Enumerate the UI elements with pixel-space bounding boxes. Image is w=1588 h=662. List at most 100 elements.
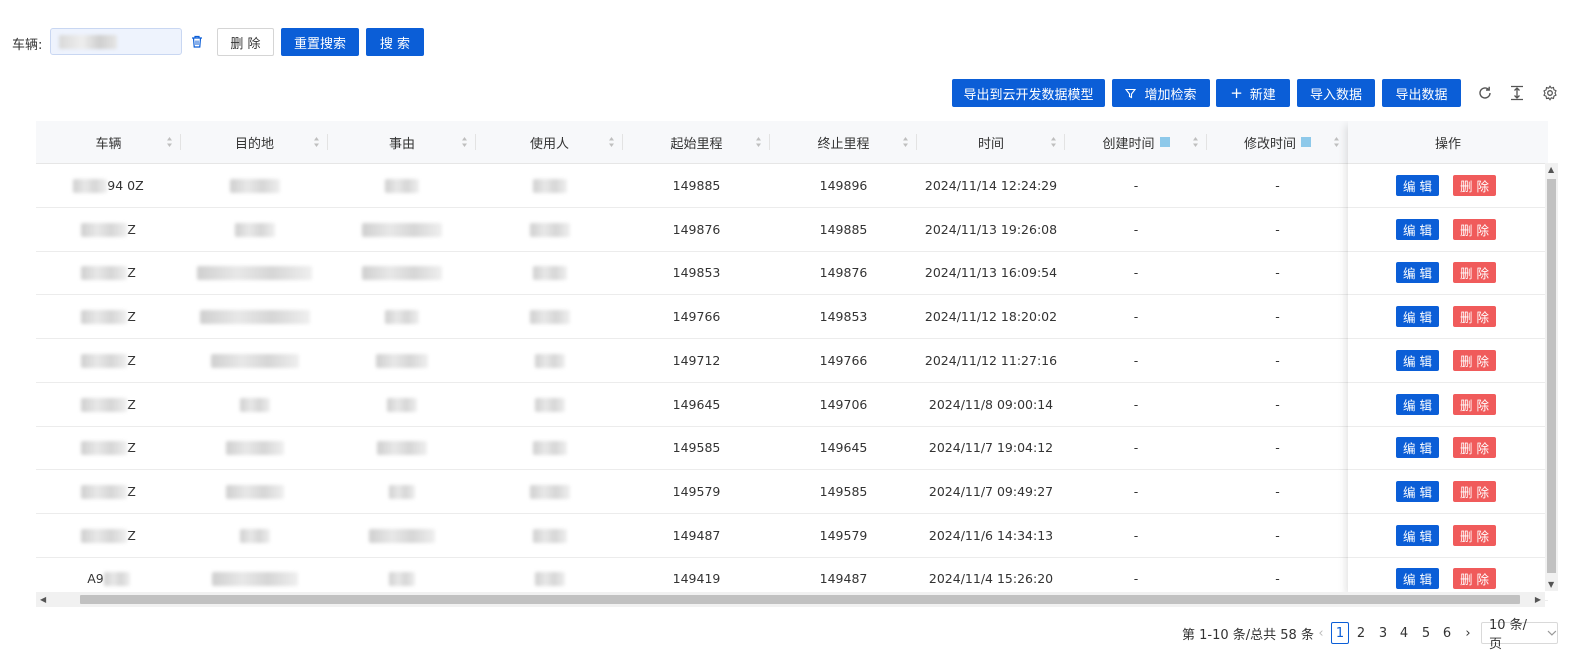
row-delete-button[interactable]: 删 除 [1453,219,1496,240]
sort-icon[interactable] [608,136,615,148]
cell-reason [328,164,476,207]
row-delete-button[interactable]: 删 除 [1453,437,1496,458]
page-5-button[interactable]: 5 [1418,622,1434,644]
trash-icon[interactable] [191,35,203,48]
edit-button[interactable]: 编 辑 [1396,525,1439,546]
edit-button[interactable]: 编 辑 [1396,350,1439,371]
vertical-scrollbar[interactable]: ▲ ▼ [1545,163,1558,591]
sort-icon[interactable] [755,136,762,148]
add-filter-label: 增加检索 [1144,87,1197,103]
masked-value [59,34,117,49]
import-data-button[interactable]: 导入数据 [1297,79,1375,107]
row-delete-button[interactable]: 删 除 [1453,525,1496,546]
column-header-created-time[interactable]: 创建时间 [1065,121,1207,163]
next-page-icon[interactable]: › [1460,622,1476,644]
page-2-button[interactable]: 2 [1353,622,1369,644]
cell-vehicle: Z [36,251,181,294]
column-header-start-mileage[interactable]: 起始里程 [623,121,770,163]
row-delete-button[interactable]: 删 除 [1453,568,1496,589]
page-size-value: 10 条/页 [1489,618,1528,652]
export-data-button[interactable]: 导出数据 [1382,79,1461,107]
horizontal-scrollbar[interactable]: ◀ ▶ [36,592,1545,607]
cell-start-mileage: 149579 [672,484,721,499]
cell-destination [181,251,328,294]
column-header-destination[interactable]: 目的地 [181,121,328,163]
edit-button[interactable]: 编 辑 [1396,568,1439,589]
refresh-icon[interactable] [1477,85,1493,101]
sort-icon[interactable] [313,136,320,148]
new-label: 新建 [1249,87,1276,103]
cell-vehicle: Z [36,208,181,251]
cell-modified-time: - [1275,265,1280,280]
column-header-label: 使用人 [529,136,569,152]
row-delete-button[interactable]: 删 除 [1453,481,1496,502]
edit-button[interactable]: 编 辑 [1396,219,1439,240]
actions-cell: 编 辑 删 除 [1348,514,1548,558]
sort-icon[interactable] [1050,136,1057,148]
edit-button[interactable]: 编 辑 [1396,481,1439,502]
cell-start-mileage: 149585 [672,440,721,455]
row-delete-button[interactable]: 删 除 [1453,306,1496,327]
cell-user [476,514,623,557]
actions-cell: 编 辑 删 除 [1348,251,1548,295]
new-record-button[interactable]: + 新建 [1216,79,1290,107]
page-size-select[interactable]: 10 条/页 [1481,618,1558,652]
reset-search-button[interactable]: 重置搜索 [281,28,359,56]
horizontal-scroll-thumb[interactable] [80,595,1520,604]
cell-created-time: - [1133,440,1139,455]
column-header-time[interactable]: 时间 [917,121,1065,163]
column-header-user[interactable]: 使用人 [476,121,623,163]
sort-icon[interactable] [166,136,173,148]
cell-created-time: - [1133,222,1139,237]
prev-page-icon[interactable]: ‹ [1313,622,1329,644]
cell-time: 2024/11/14 12:24:29 [924,178,1058,193]
column-header-label: 起始里程 [670,136,723,152]
cell-reason [328,514,476,557]
cell-destination [181,339,328,382]
cell-created-time: - [1133,484,1139,499]
edit-button[interactable]: 编 辑 [1396,306,1439,327]
vertical-scroll-thumb[interactable] [1547,179,1556,573]
delete-button[interactable]: 删 除 [217,28,274,56]
cell-user [476,383,623,426]
column-header-vehicle[interactable]: 车辆 [36,121,181,163]
cell-start-mileage: 149487 [672,528,721,543]
page-4-button[interactable]: 4 [1396,622,1412,644]
actions-cell: 编 辑 删 除 [1348,426,1548,470]
cell-destination [181,470,328,513]
cell-user [476,426,623,469]
edit-button[interactable]: 编 辑 [1396,394,1439,415]
row-delete-button[interactable]: 删 除 [1453,394,1496,415]
column-header-modified-time[interactable]: 修改时间 [1207,121,1348,163]
settings-icon[interactable] [1542,85,1558,101]
vehicle-filter-label: 车辆: [12,38,43,53]
edit-button[interactable]: 编 辑 [1396,175,1439,196]
sort-icon[interactable] [1333,136,1340,148]
vehicle-search-input[interactable] [50,28,182,55]
cell-vehicle: Z [36,339,181,382]
export-to-data-model-button[interactable]: 导出到云开发数据模型 [952,79,1105,107]
cell-created-time: - [1133,397,1139,412]
row-delete-button[interactable]: 删 除 [1453,350,1496,371]
cell-destination [181,514,328,557]
sort-icon[interactable] [1192,136,1199,148]
row-delete-button[interactable]: 删 除 [1453,262,1496,283]
page-6-button[interactable]: 6 [1439,622,1455,644]
actions-cell: 编 辑 删 除 [1348,339,1548,383]
cell-created-time: - [1133,309,1139,324]
page-3-button[interactable]: 3 [1375,622,1391,644]
row-delete-button[interactable]: 删 除 [1453,175,1496,196]
add-filter-button[interactable]: 增加检索 [1112,79,1210,107]
search-button[interactable]: 搜 索 [366,28,424,56]
sort-icon[interactable] [902,136,909,148]
cell-vehicle: Z [36,514,181,557]
sort-icon[interactable] [461,136,468,148]
cell-time: 2024/11/13 19:26:08 [924,222,1058,237]
density-icon[interactable] [1510,85,1524,101]
page-1-button[interactable]: 1 [1331,622,1349,644]
column-header-end-mileage[interactable]: 终止里程 [770,121,917,163]
column-header-label: 事由 [388,136,415,152]
column-header-reason[interactable]: 事由 [328,121,476,163]
edit-button[interactable]: 编 辑 [1396,437,1439,458]
edit-button[interactable]: 编 辑 [1396,262,1439,283]
